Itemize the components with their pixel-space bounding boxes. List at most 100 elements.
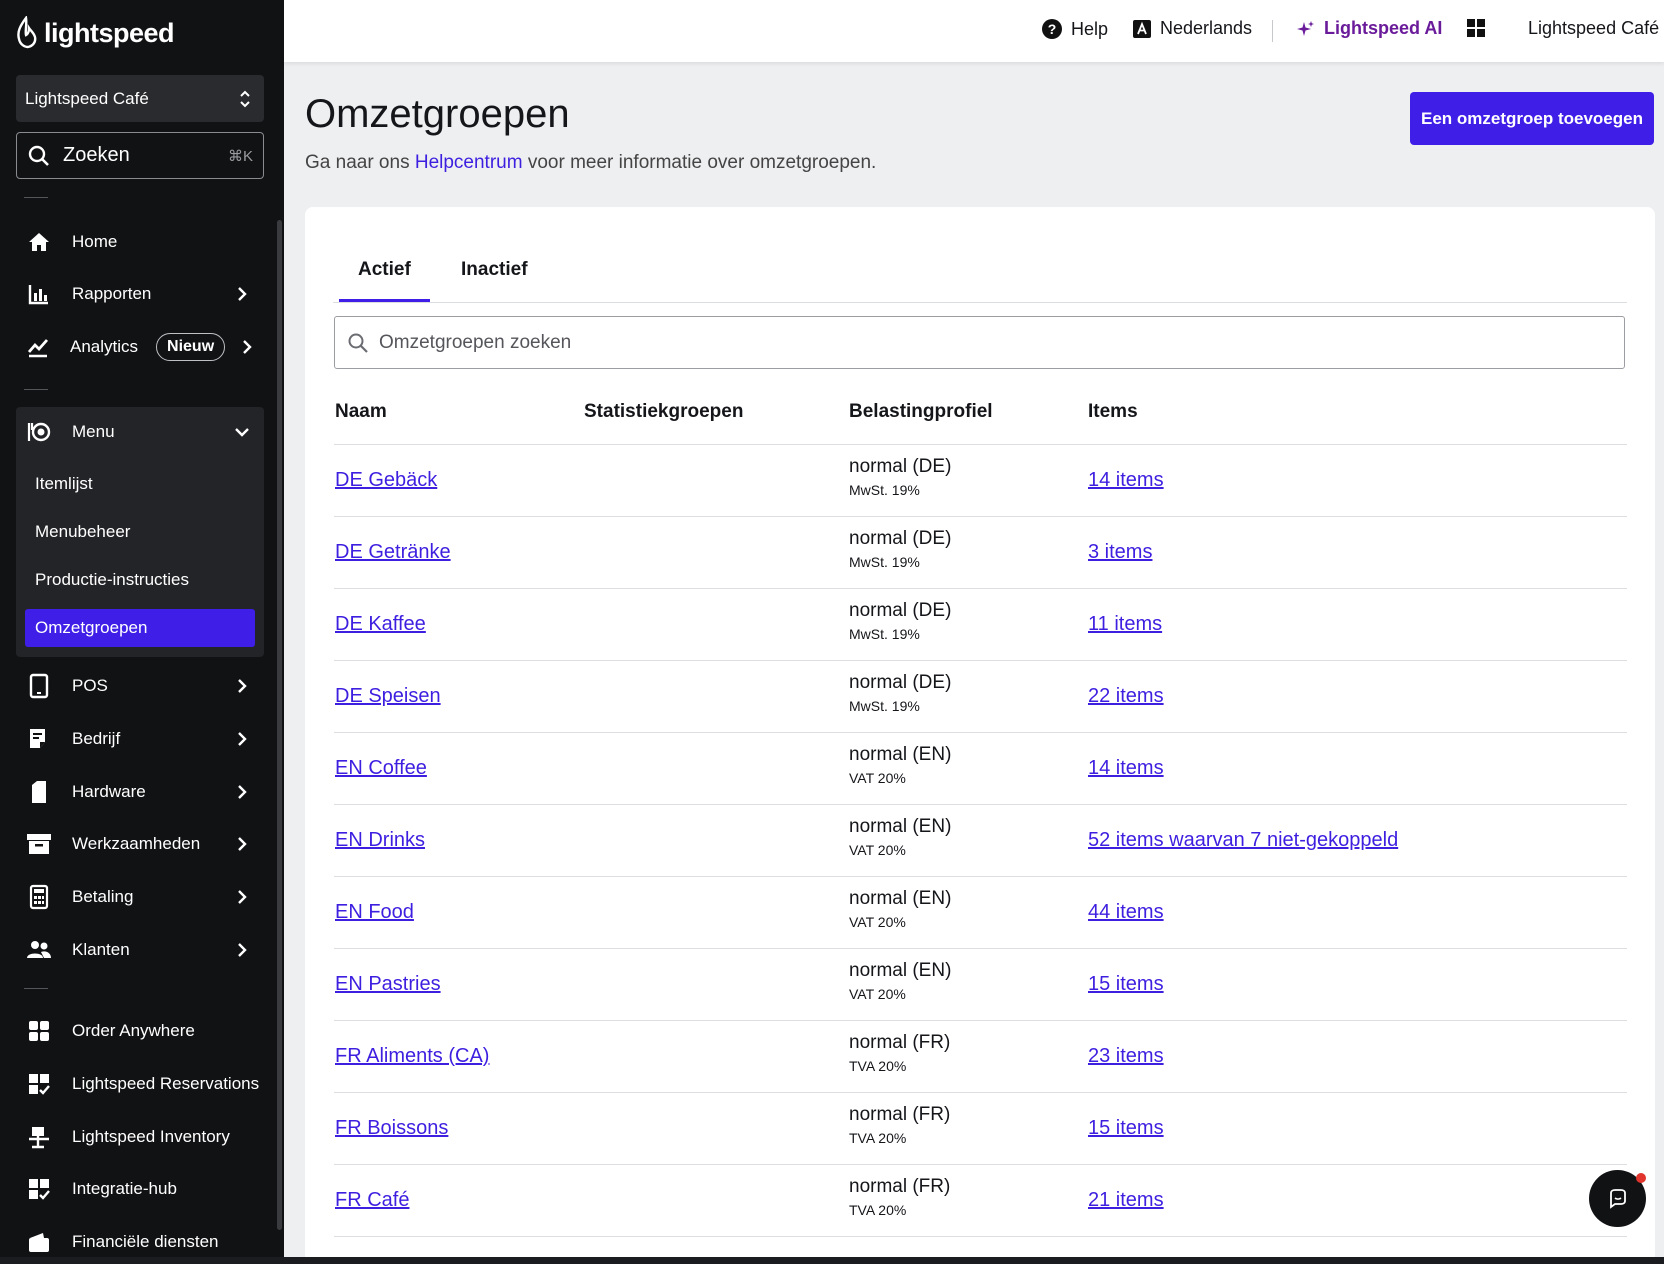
- table-row[interactable]: DE Getränke normal (DE) MwSt. 19% 3 items: [334, 516, 1627, 588]
- sidebar-item-order-anywhere[interactable]: Order Anywhere: [16, 1009, 264, 1053]
- sparkle-icon: [1297, 20, 1314, 36]
- tab-actief[interactable]: Actief: [358, 259, 411, 281]
- helpcentrum-link[interactable]: Helpcentrum: [415, 152, 523, 173]
- grid-icon: [26, 1018, 52, 1044]
- tax-profile: normal (FR) TVA 20%: [849, 1032, 950, 1074]
- sidebar-item-label: Rapporten: [72, 284, 152, 303]
- sidebar-search[interactable]: Zoeken ⌘K: [16, 132, 264, 179]
- sidebar-item-label: Financiële diensten: [72, 1232, 219, 1251]
- items-count-link[interactable]: 15 items: [1088, 1117, 1164, 1140]
- items-count-link[interactable]: 52 items waarvan 7 niet-gekoppeld: [1088, 829, 1398, 852]
- table-row[interactable]: EN Food normal (EN) VAT 20% 44 items: [334, 876, 1627, 948]
- table-row[interactable]: FR Boissons normal (FR) TVA 20% 15 items: [334, 1092, 1627, 1164]
- items-count-link[interactable]: 3 items: [1088, 541, 1152, 564]
- tax-profile: normal (EN) VAT 20%: [849, 888, 951, 930]
- items-count-link[interactable]: 22 items: [1088, 685, 1164, 708]
- omzetgroep-name-link[interactable]: EN Coffee: [335, 757, 427, 780]
- items-count-link[interactable]: 21 items: [1088, 1189, 1164, 1212]
- sidebar-item-label: Bedrijf: [72, 729, 121, 748]
- items-count-link[interactable]: 14 items: [1088, 469, 1164, 492]
- subtitle-prefix: Ga naar ons: [305, 152, 415, 173]
- lightspeed-logo[interactable]: lightspeed: [14, 16, 175, 50]
- sidebar-item-werkzaamheden[interactable]: Werkzaamheden: [16, 822, 264, 866]
- account-menu[interactable]: Lightspeed Café: [1528, 18, 1659, 39]
- sidebar-item-label: Betaling: [72, 887, 134, 906]
- help-button[interactable]: ? Help: [1041, 18, 1108, 40]
- omzetgroep-name-link[interactable]: EN Drinks: [335, 829, 425, 852]
- sidebar-subitem-menubeheer[interactable]: Menubeheer: [25, 513, 255, 551]
- sidebar-scrollbar[interactable]: [277, 220, 282, 1230]
- sidebar-item-bedrijf[interactable]: Bedrijf: [16, 717, 264, 761]
- tax-rate: VAT 20%: [849, 842, 906, 858]
- chevron-up-down-icon: [240, 90, 250, 107]
- svg-text:?: ?: [1048, 21, 1057, 37]
- items-count-link[interactable]: 15 items: [1088, 973, 1164, 996]
- omzetgroep-name-link[interactable]: DE Speisen: [335, 685, 441, 708]
- sidebar-item-home[interactable]: Home: [16, 220, 264, 264]
- language-button[interactable]: Nederlands: [1132, 18, 1252, 39]
- chevron-right-icon: [232, 784, 252, 800]
- omzetgroep-name-link[interactable]: FR Aliments (CA): [335, 1045, 489, 1068]
- omzetgroep-name-link[interactable]: DE Kaffee: [335, 613, 426, 636]
- lightspeed-ai-button[interactable]: Lightspeed AI: [1296, 18, 1442, 39]
- sidebar-item-menu[interactable]: Menu: [16, 410, 264, 454]
- flame-logo-icon: [17, 16, 37, 49]
- table-row[interactable]: EN Pastries normal (EN) VAT 20% 15 items: [334, 948, 1627, 1020]
- sidebar-subitem-itemlijst[interactable]: Itemlijst: [25, 465, 255, 503]
- sidebar-item-analytics[interactable]: Analytics Nieuw: [16, 325, 264, 369]
- omzetgroep-name-link[interactable]: FR Café: [335, 1189, 409, 1212]
- store-selector[interactable]: Lightspeed Café: [16, 75, 264, 122]
- table-row[interactable]: EN Coffee normal (EN) VAT 20% 14 items: [334, 732, 1627, 804]
- tax-profile: normal (DE) MwSt. 19%: [849, 528, 951, 570]
- divider: [24, 197, 48, 198]
- language-icon: [1133, 19, 1151, 38]
- sidebar-item-lightspeed-reservations[interactable]: Lightspeed Reservations: [16, 1062, 264, 1106]
- omzetgroepen-search-input[interactable]: Omzetgroepen zoeken: [334, 316, 1625, 369]
- table-row[interactable]: DE Speisen normal (DE) MwSt. 19% 22 items: [334, 660, 1627, 732]
- items-count-link[interactable]: 23 items: [1088, 1045, 1164, 1068]
- tax-profile-name: normal (EN): [849, 744, 952, 765]
- add-omzetgroep-button[interactable]: Een omzetgroep toevoegen: [1410, 92, 1654, 145]
- search-placeholder: Omzetgroepen zoeken: [379, 331, 572, 353]
- omzetgroep-name-link[interactable]: EN Pastries: [335, 973, 441, 996]
- page-subtitle: Ga naar ons Helpcentrum voor meer inform…: [305, 152, 876, 174]
- omzetgroep-name-link[interactable]: FR Boissons: [335, 1117, 448, 1140]
- home-icon: [26, 229, 52, 255]
- sidebar-item-lightspeed-inventory[interactable]: Lightspeed Inventory: [16, 1115, 264, 1159]
- language-label: Nederlands: [1160, 18, 1253, 38]
- tax-rate: MwSt. 19%: [849, 626, 920, 642]
- table-row[interactable]: DE Kaffee normal (DE) MwSt. 19% 11 items: [334, 588, 1627, 660]
- tax-rate: MwSt. 19%: [849, 554, 920, 570]
- omzetgroepen-card: Actief Inactief Omzetgroepen zoeken Naam…: [305, 207, 1655, 1264]
- sidebar-subitem-omzetgroepen[interactable]: Omzetgroepen: [25, 609, 255, 647]
- help-label: Help: [1071, 18, 1109, 39]
- tax-profile-name: normal (DE): [849, 672, 952, 693]
- items-count-link[interactable]: 11 items: [1088, 613, 1162, 636]
- calculator-icon: [26, 884, 52, 910]
- sidebar-item-pos[interactable]: POS: [16, 664, 264, 708]
- bar-chart-icon: [26, 281, 52, 307]
- omzetgroep-name-link[interactable]: EN Food: [335, 901, 414, 924]
- items-count-link[interactable]: 14 items: [1088, 757, 1164, 780]
- apps-button[interactable]: [1466, 18, 1486, 38]
- table-row[interactable]: FR Aliments (CA) normal (FR) TVA 20% 23 ite…: [334, 1020, 1627, 1092]
- tax-rate: TVA 20%: [849, 1202, 907, 1218]
- items-count-link[interactable]: 44 items: [1088, 901, 1164, 924]
- tab-inactief[interactable]: Inactief: [461, 259, 528, 281]
- sidebar-item-betaling[interactable]: Betaling: [16, 875, 264, 919]
- sidebar-item-klanten[interactable]: Klanten: [16, 928, 264, 972]
- column-header-naam: Naam: [335, 401, 387, 422]
- sidebar-item-hardware[interactable]: Hardware: [16, 770, 264, 814]
- table-row[interactable]: FR Café normal (FR) TVA 20% 21 items: [334, 1164, 1627, 1236]
- receipt-icon: [26, 726, 52, 752]
- tax-profile: normal (DE) MwSt. 19%: [849, 672, 951, 714]
- omzetgroep-name-link[interactable]: DE Getränke: [335, 541, 451, 564]
- sidebar-item-integratie-hub[interactable]: Integratie-hub: [16, 1167, 264, 1211]
- sidebar-item-rapporten[interactable]: Rapporten: [16, 272, 264, 316]
- table-row[interactable]: DE Gebäck normal (DE) MwSt. 19% 14 items: [334, 444, 1627, 516]
- page-title: Omzetgroepen: [305, 92, 570, 136]
- table-row[interactable]: EN Drinks normal (EN) VAT 20% 52 items waar…: [334, 804, 1627, 876]
- chevron-right-icon: [232, 836, 252, 852]
- omzetgroep-name-link[interactable]: DE Gebäck: [335, 469, 437, 492]
- sidebar-subitem-productie-instructies[interactable]: Productie-instructies: [25, 561, 255, 599]
